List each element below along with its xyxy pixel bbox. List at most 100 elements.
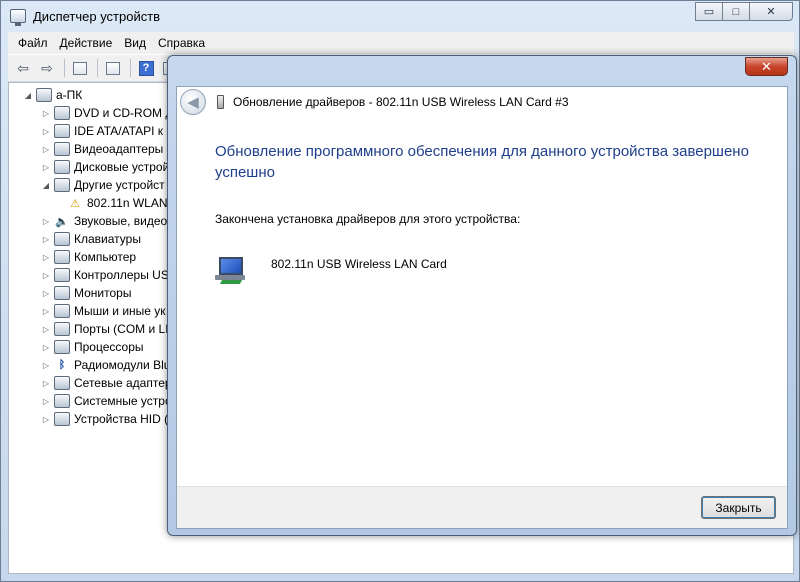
back-arrow-icon[interactable]: ⇦ bbox=[12, 58, 34, 78]
expand-arrow-icon[interactable]: ▷ bbox=[41, 397, 51, 406]
properties-icon[interactable] bbox=[102, 58, 124, 78]
expand-arrow-icon[interactable]: ▷ bbox=[41, 379, 51, 388]
expand-arrow-icon[interactable]: ▷ bbox=[41, 415, 51, 424]
forward-arrow-icon[interactable]: ⇨ bbox=[36, 58, 58, 78]
tree-item-wlan[interactable]: ⚠ 802.11n WLAN bbox=[67, 194, 168, 212]
network-adapter-icon bbox=[215, 255, 247, 287]
tree-item-video[interactable]: ▷ Видеоадаптеры bbox=[41, 140, 163, 158]
tree-item-label: Порты (COM и LI bbox=[74, 322, 169, 336]
warning-device-icon: ⚠ bbox=[70, 197, 80, 210]
tree-item-dvd[interactable]: ▷ DVD и CD-ROM д bbox=[41, 104, 172, 122]
expand-arrow-icon[interactable]: ▷ bbox=[41, 253, 51, 262]
tree-item-label: 802.11n WLAN bbox=[87, 196, 168, 210]
dialog-title: Обновление драйверов - 802.11n USB Wirel… bbox=[233, 95, 569, 109]
tree-item-network[interactable]: ▷ Сетевые адаптер bbox=[41, 374, 172, 392]
tree-item-keyboards[interactable]: ▷ Клавиатуры bbox=[41, 230, 141, 248]
dialog-close-button[interactable]: ✕ bbox=[745, 57, 788, 76]
bluetooth-icon: ᛒ bbox=[58, 359, 66, 371]
tree-item-label: Звуковые, видео bbox=[74, 214, 168, 228]
tree-item-usb[interactable]: ▷ Контроллеры US bbox=[41, 266, 169, 284]
minimize-button[interactable]: ▭ bbox=[695, 2, 723, 21]
usb-device-icon bbox=[217, 95, 224, 109]
expand-arrow-icon[interactable]: ▷ bbox=[41, 307, 51, 316]
dialog-message: Закончена установка драйверов для этого … bbox=[215, 212, 521, 226]
tree-root-label: а-ПК bbox=[56, 88, 83, 102]
collapse-arrow-icon[interactable]: ◢ bbox=[23, 91, 33, 100]
menu-view[interactable]: Вид bbox=[118, 36, 152, 50]
hid-icon bbox=[54, 412, 70, 426]
tree-item-label: Мониторы bbox=[74, 286, 132, 300]
monitor-icon bbox=[54, 286, 70, 300]
collapse-arrow-icon[interactable]: ◢ bbox=[41, 181, 51, 190]
expand-arrow-icon[interactable]: ▷ bbox=[41, 235, 51, 244]
tree-item-label: Радиомодули Blu bbox=[74, 358, 171, 372]
expand-arrow-icon[interactable]: ▷ bbox=[41, 217, 51, 226]
window-controls: ▭ □ ✕ bbox=[695, 2, 793, 21]
tree-item-ports[interactable]: ▷ Порты (COM и LI bbox=[41, 320, 169, 338]
tree-item-label: Другие устройст bbox=[74, 178, 165, 192]
expand-arrow-icon[interactable]: ▷ bbox=[41, 325, 51, 334]
help-icon[interactable]: ? bbox=[135, 58, 157, 78]
tree-item-sound[interactable]: ▷ 🔈 Звуковые, видео bbox=[41, 212, 167, 230]
ide-controller-icon bbox=[54, 124, 70, 138]
tree-root[interactable]: ◢ а-ПК bbox=[23, 86, 82, 104]
menu-help[interactable]: Справка bbox=[152, 36, 211, 50]
toolbar-separator bbox=[97, 59, 98, 77]
expand-arrow-icon[interactable]: ▷ bbox=[41, 163, 51, 172]
expand-arrow-icon[interactable]: ▷ bbox=[41, 127, 51, 136]
tree-item-disks[interactable]: ▷ Дисковые устрой bbox=[41, 158, 169, 176]
expand-arrow-icon[interactable]: ▷ bbox=[41, 289, 51, 298]
tree-item-label: Дисковые устрой bbox=[74, 160, 170, 174]
tree-item-ide[interactable]: ▷ IDE ATA/ATAPI к bbox=[41, 122, 163, 140]
expand-arrow-icon[interactable]: ▷ bbox=[41, 361, 51, 370]
disk-icon bbox=[54, 160, 70, 174]
tree-item-label: Компьютер bbox=[74, 250, 137, 264]
console-tree-icon[interactable] bbox=[69, 58, 91, 78]
dialog-footer: Закрыть bbox=[177, 486, 787, 528]
tree-item-bluetooth[interactable]: ▷ ᛒ Радиомодули Blu bbox=[41, 356, 171, 374]
toolbar-separator bbox=[64, 59, 65, 77]
close-dialog-button[interactable]: Закрыть bbox=[701, 496, 776, 519]
back-button[interactable]: ◀ bbox=[180, 89, 206, 115]
tree-item-label: Устройства HID ( bbox=[74, 412, 169, 426]
tree-item-label: Клавиатуры bbox=[74, 232, 141, 246]
menu-file[interactable]: Файл bbox=[12, 36, 54, 50]
computer-icon bbox=[54, 250, 70, 264]
device-name: 802.11n USB Wireless LAN Card bbox=[271, 257, 447, 271]
dvd-icon bbox=[54, 106, 70, 120]
tree-item-label: DVD и CD-ROM д bbox=[74, 106, 173, 120]
close-button[interactable]: ✕ bbox=[749, 2, 793, 21]
maximize-button[interactable]: □ bbox=[722, 2, 750, 21]
tree-item-monitors[interactable]: ▷ Мониторы bbox=[41, 284, 131, 302]
expand-arrow-icon[interactable]: ▷ bbox=[41, 145, 51, 154]
tree-item-processors[interactable]: ▷ Процессоры bbox=[41, 338, 144, 356]
keyboard-icon bbox=[54, 232, 70, 246]
tree-item-mice[interactable]: ▷ Мыши и иные ук bbox=[41, 302, 166, 320]
tree-item-label: Сетевые адаптер bbox=[74, 376, 172, 390]
dialog-heading: Обновление программного обеспечения для … bbox=[215, 143, 749, 181]
tree-item-computer[interactable]: ▷ Компьютер bbox=[41, 248, 136, 266]
title-bar[interactable]: Диспетчер устройств ▭ □ ✕ bbox=[1, 1, 799, 32]
port-icon bbox=[54, 322, 70, 336]
tree-item-other[interactable]: ◢ Другие устройст bbox=[41, 176, 165, 194]
installed-device: 802.11n USB Wireless LAN Card bbox=[215, 255, 447, 287]
expand-arrow-icon[interactable]: ▷ bbox=[41, 271, 51, 280]
tree-item-hid[interactable]: ▷ Устройства HID ( bbox=[41, 410, 168, 428]
expand-arrow-icon[interactable]: ▷ bbox=[41, 109, 51, 118]
window-title: Диспетчер устройств bbox=[33, 9, 161, 24]
network-adapter-icon bbox=[54, 376, 70, 390]
tree-item-system[interactable]: ▷ Системные устро bbox=[41, 392, 172, 410]
dialog-content: ◀ Обновление драйверов - 802.11n USB Wir… bbox=[176, 86, 788, 529]
sound-icon: 🔈 bbox=[55, 215, 69, 228]
menu-action[interactable]: Действие bbox=[54, 36, 119, 50]
expand-arrow-icon[interactable]: ▷ bbox=[41, 343, 51, 352]
tree-item-label: Системные устро bbox=[74, 394, 172, 408]
tree-item-label: IDE ATA/ATAPI к bbox=[74, 124, 164, 138]
dialog-header: ◀ Обновление драйверов - 802.11n USB Wir… bbox=[177, 87, 787, 118]
tree-item-label: Видеоадаптеры bbox=[74, 142, 164, 156]
toolbar-separator bbox=[130, 59, 131, 77]
computer-icon bbox=[36, 88, 52, 102]
processor-icon bbox=[54, 340, 70, 354]
mouse-icon bbox=[54, 304, 70, 318]
tree-item-label: Процессоры bbox=[74, 340, 144, 354]
